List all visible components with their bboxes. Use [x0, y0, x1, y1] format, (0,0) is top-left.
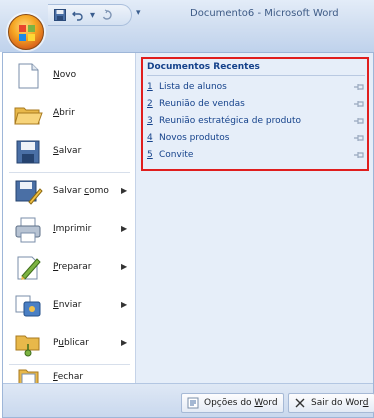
- menu-item-abrir[interactable]: Abrir: [3, 95, 136, 133]
- recent-documents-panel: Documentos Recentes 1 Lista de alunos 2 …: [137, 53, 373, 383]
- recent-item[interactable]: 5 Convite: [147, 147, 365, 164]
- menu-item-preparar[interactable]: Preparar ▶: [3, 249, 136, 287]
- recent-documents-highlight: Documentos Recentes 1 Lista de alunos 2 …: [141, 57, 369, 171]
- commands-column: Novo Abrir Salvar Salvar como ▶ Imprimir…: [3, 53, 136, 389]
- menu-item-label: Preparar: [53, 262, 92, 272]
- quick-access-toolbar: ▾: [48, 4, 132, 26]
- close-icon: [295, 398, 305, 408]
- recent-item[interactable]: 4 Novos produtos: [147, 130, 365, 147]
- submenu-arrow-icon: ▶: [121, 262, 128, 271]
- pin-icon[interactable]: [353, 82, 365, 92]
- recent-item-name: Reunião estratégica de produto: [159, 116, 302, 126]
- menu-item-label: Salvar: [53, 146, 82, 156]
- submenu-arrow-icon: ▶: [121, 186, 128, 195]
- menu-item-novo[interactable]: Novo: [3, 57, 136, 95]
- recent-item-number: 3: [147, 116, 153, 126]
- send-icon: [15, 295, 41, 317]
- office-menu: Novo Abrir Salvar Salvar como ▶ Imprimir…: [2, 52, 374, 418]
- recent-documents-title: Documentos Recentes: [147, 62, 260, 72]
- word-options-button[interactable]: Opções do Word: [181, 393, 284, 413]
- window-title: Documento6 - Microsoft Word: [190, 8, 339, 19]
- submenu-arrow-icon: ▶: [121, 224, 128, 233]
- pin-icon[interactable]: [353, 99, 365, 109]
- submenu-arrow-icon: ▶: [121, 338, 128, 347]
- publish-icon: [15, 335, 40, 357]
- undo-icon: [72, 11, 83, 21]
- menu-item-enviar[interactable]: Enviar ▶: [3, 287, 136, 325]
- recent-item[interactable]: 2 Reunião de vendas: [147, 96, 365, 113]
- menu-item-publicar[interactable]: Publicar ▶: [3, 325, 136, 363]
- save-as-icon: [15, 180, 43, 205]
- options-icon: [187, 397, 199, 409]
- menu-item-label: Publicar: [53, 338, 89, 348]
- customize-qat-icon[interactable]: ▾: [136, 8, 141, 18]
- menu-item-salvar-como[interactable]: Salvar como ▶: [3, 173, 136, 211]
- recent-item-number: 1: [147, 82, 153, 92]
- recent-item-number: 5: [147, 150, 153, 160]
- menu-item-label: Abrir: [53, 108, 75, 118]
- title-bar: ▾ ▾ Documento6 - Microsoft Word: [0, 0, 374, 52]
- submenu-arrow-icon: ▶: [121, 300, 128, 309]
- office-menu-footer: Opções do Word Sair do Word: [3, 383, 374, 417]
- recent-item-number: 2: [147, 99, 153, 109]
- qat-undo-dropdown-icon[interactable]: ▾: [90, 10, 95, 21]
- menu-item-label: Enviar: [53, 300, 82, 310]
- save-icon: [54, 9, 66, 21]
- menu-item-salvar[interactable]: Salvar: [3, 133, 136, 171]
- office-button[interactable]: [8, 14, 44, 50]
- menu-item-label: Novo: [53, 70, 77, 80]
- redo-icon: [102, 9, 112, 20]
- open-folder-icon: [14, 107, 43, 125]
- save-disk-icon: [16, 140, 40, 164]
- word-options-label: Opções do Word: [204, 398, 278, 408]
- prepare-icon: [17, 256, 41, 280]
- qat-redo-button[interactable]: [101, 9, 113, 21]
- recent-item-name: Convite: [159, 150, 194, 160]
- recent-item-number: 4: [147, 133, 153, 143]
- recent-item[interactable]: 1 Lista de alunos: [147, 79, 365, 96]
- menu-item-label: Fechar: [53, 372, 84, 382]
- pin-icon[interactable]: [353, 133, 365, 143]
- qat-undo-button[interactable]: [72, 9, 84, 21]
- exit-word-label: Sair do Word: [311, 398, 369, 408]
- new-document-icon: [18, 63, 39, 89]
- pin-icon[interactable]: [353, 150, 365, 160]
- menu-item-label: Imprimir: [53, 224, 92, 234]
- printer-icon: [15, 217, 41, 243]
- recent-item-name: Reunião de vendas: [159, 99, 245, 109]
- recent-item-name: Novos produtos: [159, 133, 230, 143]
- pin-icon[interactable]: [353, 116, 365, 126]
- recent-item[interactable]: 3 Reunião estratégica de produto: [147, 113, 365, 130]
- menu-item-label: Salvar como: [53, 186, 109, 196]
- office-logo-icon: [19, 25, 35, 41]
- exit-word-button[interactable]: Sair do Word: [288, 393, 374, 413]
- qat-save-button[interactable]: [54, 9, 66, 21]
- menu-item-imprimir[interactable]: Imprimir ▶: [3, 211, 136, 249]
- separator: [147, 75, 365, 76]
- recent-item-name: Lista de alunos: [159, 82, 227, 92]
